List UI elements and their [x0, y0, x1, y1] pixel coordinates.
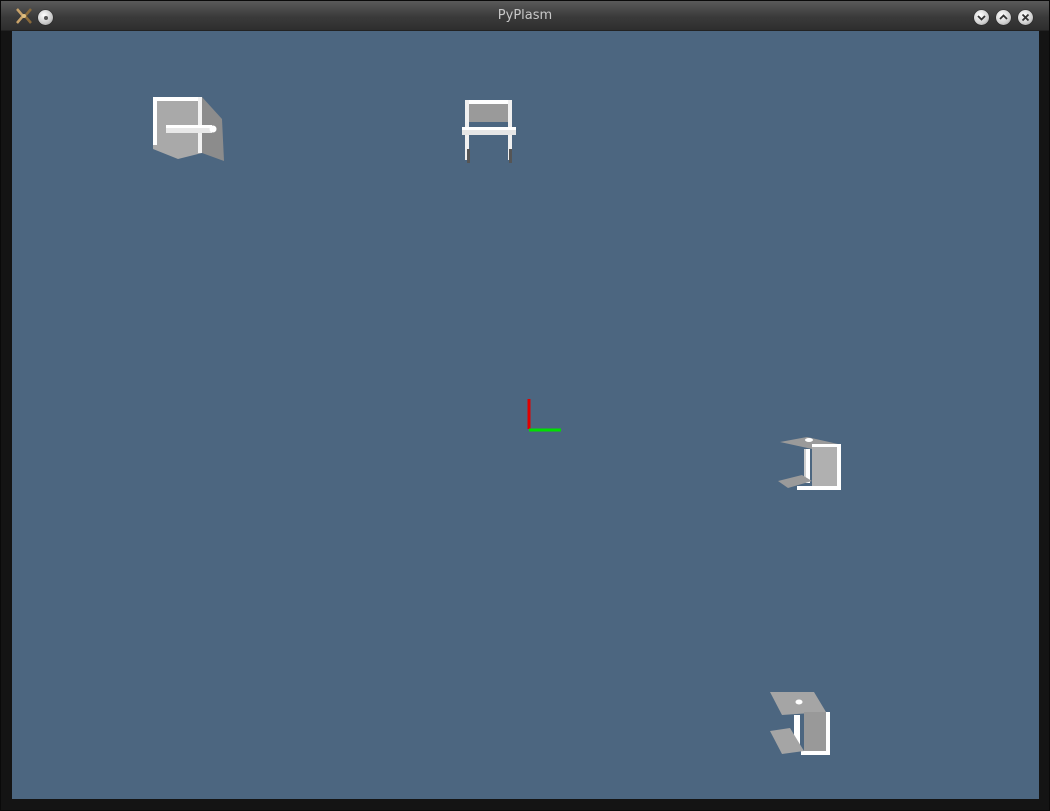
chair-model-2[interactable] — [462, 100, 516, 163]
window-title: PyPlasm — [497, 8, 553, 23]
app-window: PyPlasm — [0, 0, 1050, 811]
title-bar[interactable]: PyPlasm — [1, 1, 1049, 31]
3d-viewport[interactable] — [12, 31, 1039, 799]
chair-model-1[interactable] — [153, 97, 224, 161]
axes-gizmo — [527, 399, 561, 432]
close-icon[interactable] — [1018, 10, 1033, 25]
minimize-icon[interactable] — [974, 10, 989, 25]
chair-model-4[interactable] — [770, 692, 830, 755]
chair-model-3[interactable] — [778, 437, 841, 490]
maximize-icon[interactable] — [996, 10, 1011, 25]
